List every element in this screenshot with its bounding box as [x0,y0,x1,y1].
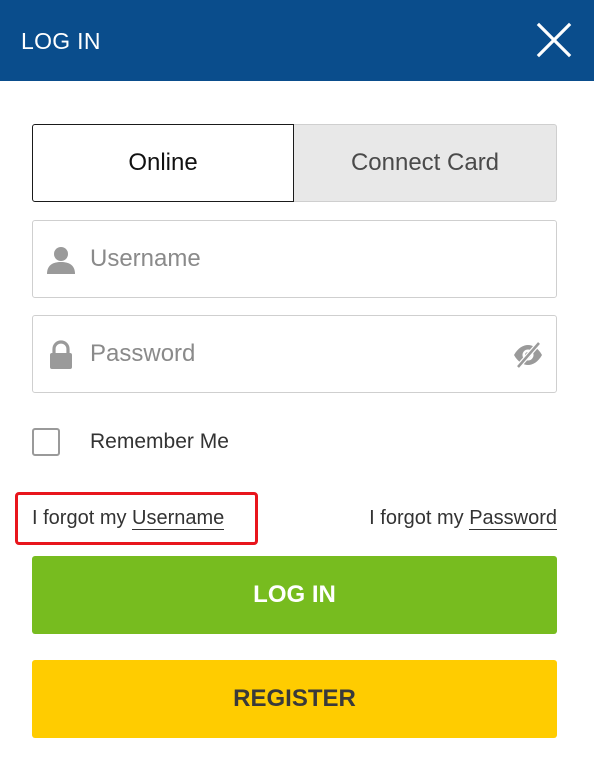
forgot-username: I forgot my Username [32,505,225,531]
password-input[interactable] [90,316,510,392]
username-input[interactable] [90,221,510,297]
forgot-password-prefix: I forgot my [369,507,470,529]
close-icon[interactable] [532,18,576,62]
forgot-password-link[interactable]: Password [469,507,557,530]
forgot-username-prefix: I forgot my [32,507,133,529]
remember-me-label: Remember Me [90,430,229,453]
modal-title: LOG IN [21,28,101,54]
remember-me: Remember Me [32,428,229,456]
login-type-tabs: Online Connect Card [32,124,557,202]
register-button[interactable]: REGISTER [32,660,557,738]
eye-slash-icon[interactable] [512,339,544,371]
lock-icon [50,340,72,369]
remember-me-checkbox[interactable] [32,428,60,456]
user-icon [47,247,75,274]
login-button[interactable]: LOG IN [32,556,557,634]
tab-online[interactable]: Online [32,124,294,202]
password-field[interactable] [32,315,557,393]
forgot-password: I forgot my Password [369,505,557,531]
modal-header: LOG IN [0,0,594,81]
forgot-username-link[interactable]: Username [132,507,225,530]
tab-connect-card[interactable]: Connect Card [294,124,557,202]
username-field[interactable] [32,220,557,298]
